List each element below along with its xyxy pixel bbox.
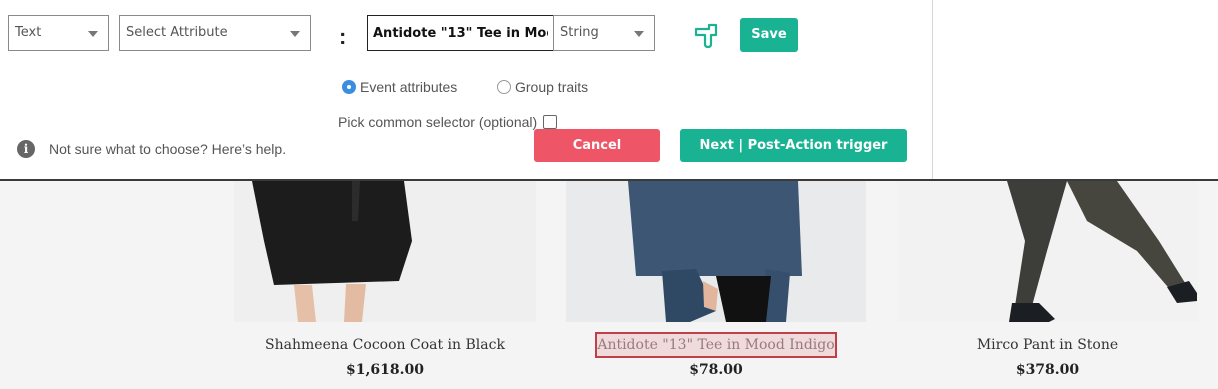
data-type-select[interactable]: String — [553, 15, 655, 51]
radio-group-traits[interactable]: Group traits — [497, 79, 588, 95]
product-price: $1,618.00 — [346, 362, 424, 378]
next-post-action-trigger-button[interactable]: Next | Post-Action trigger — [680, 129, 907, 162]
radio-label: Event attributes — [360, 79, 458, 95]
attribute-select-value: Select Attribute — [126, 25, 228, 40]
attribute-value-input[interactable] — [367, 15, 554, 51]
type-select-value: Text — [15, 25, 42, 40]
common-selector-label: Pick common selector (optional) — [338, 114, 538, 130]
product-name-selected[interactable]: Antidote "13" Tee in Mood Indigo — [566, 337, 866, 353]
radio-checked-icon — [342, 80, 356, 94]
common-selector-checkbox[interactable] — [543, 115, 558, 129]
product-image[interactable] — [897, 181, 1198, 322]
radio-event-attributes[interactable]: Event attributes — [342, 79, 457, 95]
coat-photo — [234, 181, 536, 322]
tee-photo — [566, 181, 866, 322]
thumb-pointer-icon[interactable] — [693, 21, 721, 49]
help-link[interactable]: i Not sure what to choose? Here’s help. — [17, 140, 286, 158]
product-price: $378.00 — [1015, 362, 1080, 378]
element-config-panel: Text Select Attribute : String Save Even… — [0, 0, 933, 179]
chevron-down-icon — [634, 31, 644, 37]
radio-label: Group traits — [515, 79, 589, 95]
product-name[interactable]: Mirco Pant in Stone — [897, 337, 1198, 353]
data-type-select-value: String — [560, 25, 599, 40]
product-name[interactable]: Shahmeena Cocoon Coat in Black — [234, 337, 536, 353]
attribute-select[interactable]: Select Attribute — [119, 15, 311, 51]
product-price: $78.00 — [689, 362, 743, 378]
cancel-button[interactable]: Cancel — [534, 129, 660, 162]
separator-colon: : — [339, 24, 347, 49]
radio-unchecked-icon — [497, 80, 511, 94]
pant-photo — [897, 181, 1198, 322]
product-image[interactable] — [566, 181, 866, 322]
chevron-down-icon — [88, 31, 98, 37]
product-image[interactable] — [234, 181, 536, 322]
common-selector-option: Pick common selector (optional) — [338, 114, 558, 130]
panel-right-blank — [933, 0, 1218, 179]
save-button[interactable]: Save — [740, 18, 798, 52]
info-icon: i — [17, 140, 35, 158]
chevron-down-icon — [290, 31, 300, 37]
help-text: Not sure what to choose? Here’s help. — [49, 141, 287, 157]
type-select[interactable]: Text — [8, 15, 109, 51]
